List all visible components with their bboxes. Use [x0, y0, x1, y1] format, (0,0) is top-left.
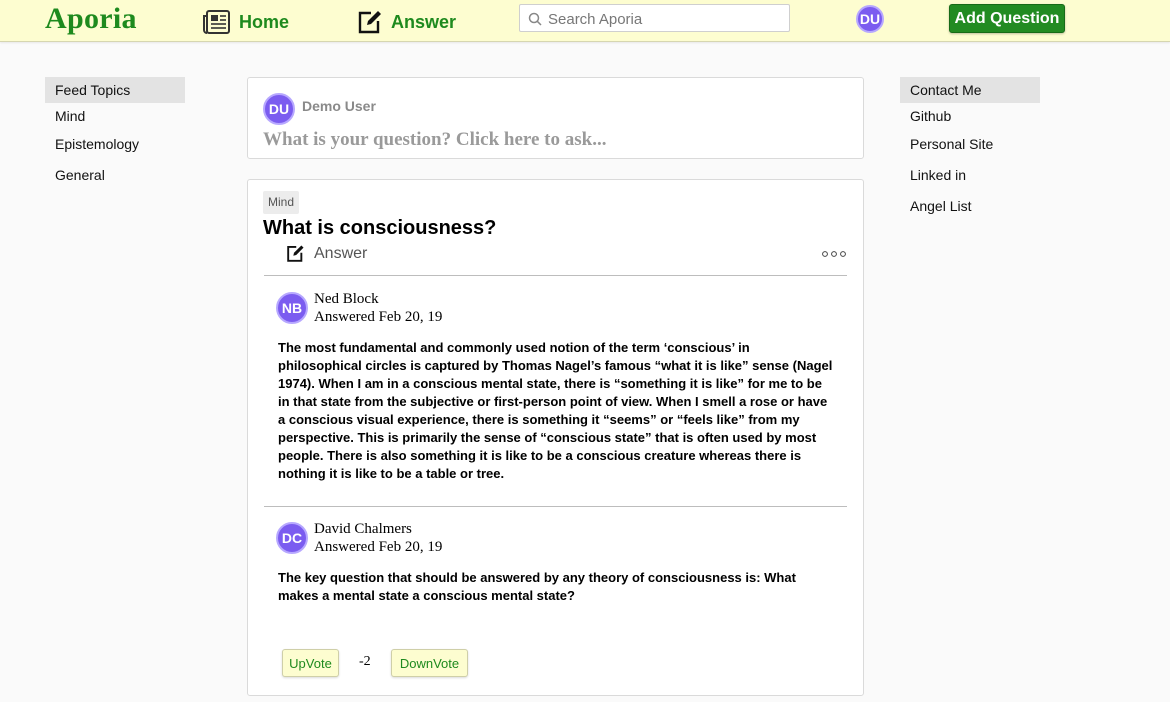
topic-tag[interactable]: Mind [263, 191, 300, 214]
answer-author-avatar[interactable]: DC [276, 522, 308, 554]
feed-topics-sidebar: Feed Topics Mind Epistemology General [45, 77, 185, 191]
nav-home-label: Home [239, 11, 290, 32]
question-title[interactable]: What is consciousness? [263, 217, 496, 240]
sidebar-item-mind[interactable]: Mind [45, 103, 185, 129]
answer-button[interactable]: Answer [286, 244, 367, 263]
answer-author-name[interactable]: Ned Block [314, 291, 379, 308]
ask-user-name: Demo User [302, 98, 376, 114]
search-input[interactable] [546, 8, 790, 30]
divider [264, 275, 847, 276]
add-question-button[interactable]: Add Question [949, 4, 1065, 33]
vote-count: -2 [359, 654, 371, 669]
ask-question-prompt[interactable]: What is your question? Click here to ask… [263, 129, 606, 151]
divider [264, 506, 847, 507]
sidebar-item-epistemology[interactable]: Epistemology [45, 129, 185, 160]
search-icon [528, 12, 542, 26]
user-avatar[interactable]: DU [856, 5, 884, 33]
logo[interactable]: Aporia [45, 2, 137, 36]
question-card: Mind What is consciousness? Answer NB Ne… [247, 179, 864, 696]
ask-question-box[interactable]: DU Demo User What is your question? Clic… [247, 77, 864, 159]
downvote-button[interactable]: DownVote [391, 649, 468, 677]
answer-text: The key question that should be answered… [278, 570, 796, 603]
ask-user-avatar: DU [263, 93, 295, 125]
answer-text: The most fundamental and commonly used n… [278, 340, 833, 481]
contact-link-angellist[interactable]: Angel List [900, 191, 1040, 222]
nav-answer-label: Answer [391, 11, 457, 32]
answer-author-avatar[interactable]: NB [276, 292, 308, 324]
newspaper-icon [203, 10, 230, 34]
upvote-button[interactable]: UpVote [282, 649, 339, 677]
nav-home-link[interactable]: Home [203, 9, 289, 35]
contact-sidebar: Contact Me Github Personal Site Linked i… [900, 77, 1040, 222]
contact-link-personal-site[interactable]: Personal Site [900, 129, 1040, 160]
answer-date: Answered Feb 20, 19 [314, 539, 443, 555]
sidebar-item-general[interactable]: General [45, 160, 185, 191]
answer-date: Answered Feb 20, 19 [314, 309, 443, 325]
more-options-icon[interactable] [822, 250, 846, 258]
search-box[interactable] [519, 4, 790, 32]
edit-icon [358, 11, 381, 34]
feed-topics-title: Feed Topics [45, 77, 185, 103]
nav-answer-link[interactable]: Answer [357, 9, 456, 35]
contact-link-linkedin[interactable]: Linked in [900, 160, 1040, 191]
answer-author-name[interactable]: David Chalmers [314, 521, 412, 538]
answer-button-label: Answer [314, 244, 368, 262]
contact-link-github[interactable]: Github [900, 103, 1040, 129]
edit-icon [287, 245, 304, 262]
top-header: Aporia Home Answer DU Add Question [0, 0, 1170, 42]
contact-title: Contact Me [900, 77, 1040, 103]
